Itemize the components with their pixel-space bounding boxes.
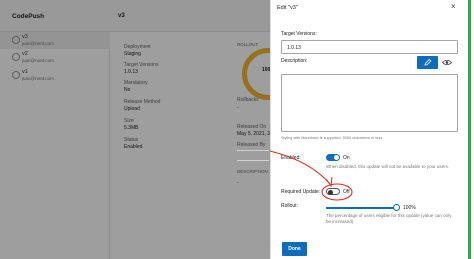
annotation-overlay (269, 150, 353, 201)
annotation-circle (321, 183, 353, 201)
annotation-arrow (269, 150, 331, 185)
edge-bar (463, 0, 474, 259)
